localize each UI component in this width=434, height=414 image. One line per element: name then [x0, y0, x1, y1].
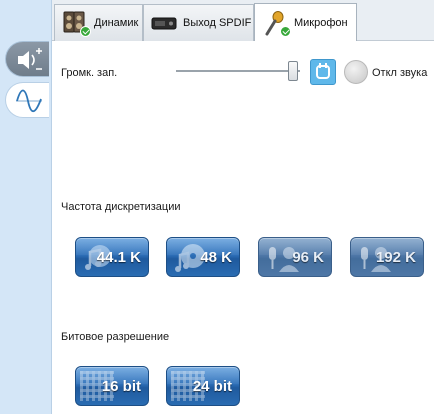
bit-depth-16-button[interactable]: 16 bit	[75, 366, 149, 406]
bit-depth-label: Битовое разрешение	[61, 331, 170, 343]
sample-rate-192-label: 192 K	[375, 249, 416, 266]
sample-rate-96-button[interactable]: 96 K	[258, 237, 332, 277]
side-playback-button[interactable]	[5, 41, 49, 77]
channel-link-button[interactable]	[310, 59, 336, 85]
bit-depth-24-label: 24 bit	[192, 378, 232, 395]
mute-button[interactable]	[344, 60, 368, 84]
bit-depth-16-label: 16 bit	[101, 378, 141, 395]
sample-rate-44-1-button[interactable]: 44.1 K	[75, 237, 149, 277]
sample-rate-48-label: 48 K	[200, 249, 232, 266]
tab-microphone[interactable]: Микрофон	[254, 3, 357, 41]
tab-microphone-label: Микрофон	[294, 16, 348, 29]
left-side-panel	[0, 0, 52, 414]
tab-speaker-label: Динамик	[94, 17, 139, 29]
sample-rate-192-button[interactable]: 192 K	[350, 237, 424, 277]
sample-rate-96-label: 96 K	[292, 249, 324, 266]
link-channels-icon	[316, 63, 330, 79]
microphone-icon	[261, 9, 291, 37]
speaker-icon	[61, 9, 91, 37]
active-device-check-icon	[280, 25, 291, 37]
sample-rate-label: Частота дискретизации	[61, 201, 181, 213]
tab-spdif[interactable]: Выход SPDIF	[143, 4, 254, 41]
waveform-icon	[16, 89, 42, 113]
active-device-check-icon	[80, 26, 91, 37]
microphone-settings-panel: Громк. зап. Откл звука Частота дискретиз…	[52, 41, 434, 414]
bit-depth-24-button[interactable]: 24 bit	[166, 366, 240, 406]
sample-rate-48-button[interactable]: 48 K	[166, 237, 240, 277]
spdif-icon	[150, 9, 178, 37]
recording-volume-label: Громк. зап.	[61, 67, 118, 79]
recording-volume-slider-thumb[interactable]	[288, 61, 298, 81]
tab-speaker[interactable]: Динамик	[54, 4, 143, 41]
recording-volume-slider[interactable]	[176, 70, 300, 72]
tab-spdif-label: Выход SPDIF	[183, 17, 252, 29]
speaker-plus-minus-icon	[18, 48, 42, 70]
side-recording-button[interactable]	[5, 82, 49, 118]
device-tab-bar: Динамик Выход SPDIF Микрофон	[52, 0, 434, 41]
sample-rate-44-1-label: 44.1 K	[96, 249, 141, 266]
mute-label: Откл звука	[372, 67, 428, 79]
